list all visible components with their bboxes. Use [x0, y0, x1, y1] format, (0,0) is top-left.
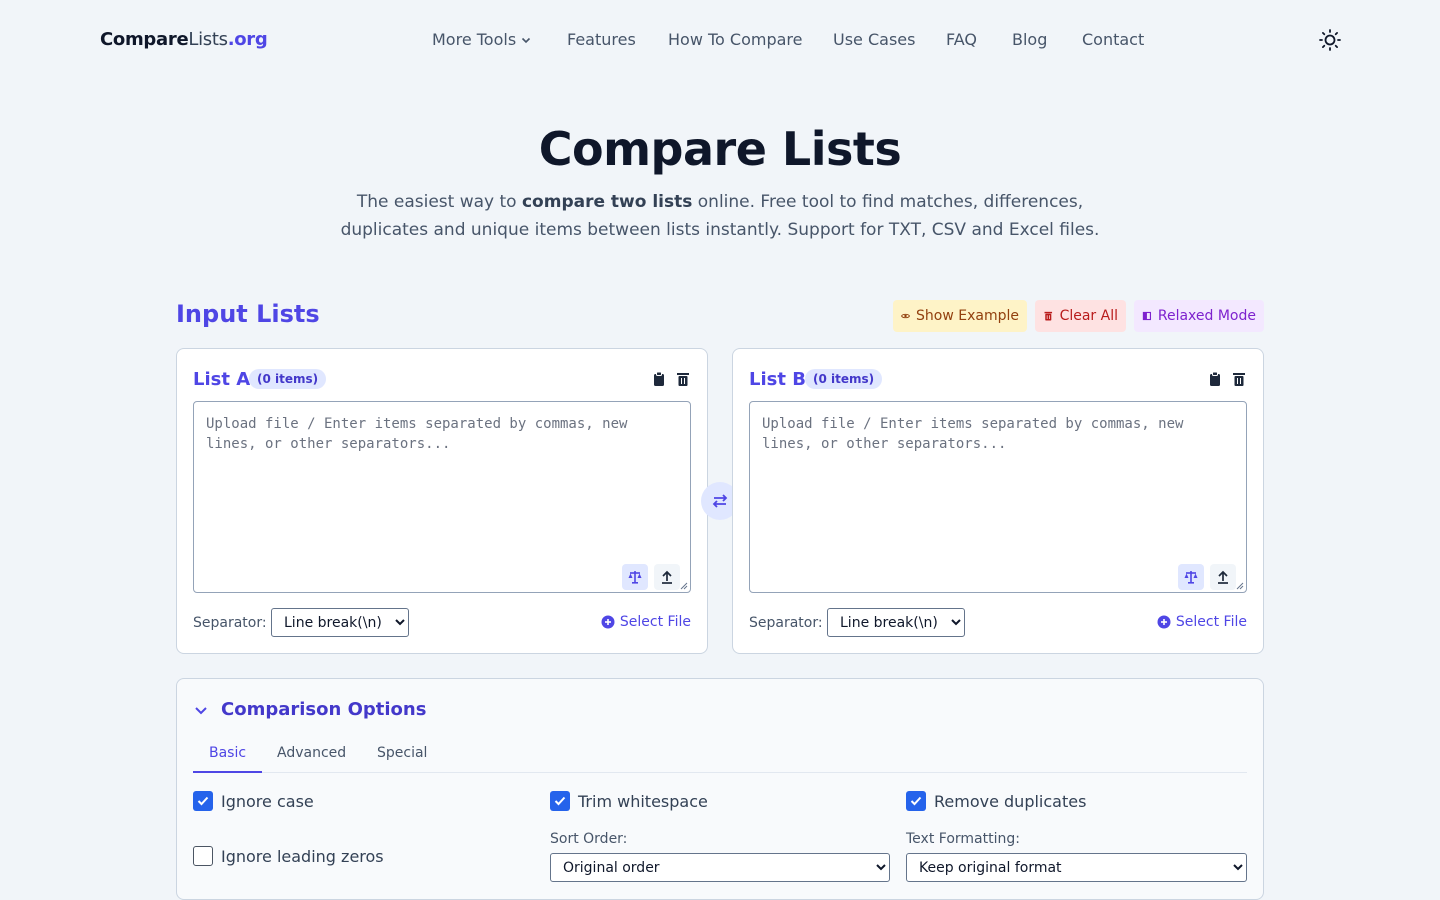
- plus-circle-icon: [601, 615, 615, 629]
- plus-circle-icon: [1157, 615, 1171, 629]
- list-a-balance-button[interactable]: [622, 564, 648, 590]
- tab-special[interactable]: Special: [361, 745, 443, 773]
- checkbox-checked: [906, 791, 926, 811]
- list-b-count-badge: (0 items): [805, 369, 883, 389]
- list-b-select-file[interactable]: Select File: [1157, 614, 1247, 630]
- clipboard-icon[interactable]: [651, 371, 667, 387]
- options-tabs: Basic Advanced Special: [193, 737, 1247, 773]
- nav-how-to-compare[interactable]: How To Compare: [668, 30, 803, 49]
- sun-icon[interactable]: [1318, 28, 1342, 52]
- list-a-separator-select[interactable]: Line break(\n): [271, 608, 409, 637]
- show-example-button[interactable]: Show Example: [893, 300, 1027, 332]
- list-b-separator-select[interactable]: Line break(\n): [827, 608, 965, 637]
- scale-icon: [1184, 571, 1198, 584]
- text-formatting-select[interactable]: Keep original format: [906, 853, 1247, 882]
- remove-duplicates-checkbox[interactable]: Remove duplicates: [906, 791, 1086, 811]
- list-a-card: List A (0 items) Separator: Line break(\…: [176, 348, 708, 654]
- trash-icon[interactable]: [1231, 371, 1247, 387]
- list-b-title: List B: [749, 369, 806, 390]
- nav-more-tools[interactable]: More Tools: [432, 30, 532, 49]
- main-nav: More Tools Features How To Compare Use C…: [0, 30, 1440, 50]
- list-b-textarea[interactable]: [750, 402, 1246, 592]
- sort-order-select[interactable]: Original order: [550, 853, 890, 882]
- list-a-upload-button[interactable]: [654, 564, 680, 590]
- input-lists-heading: Input Lists: [176, 300, 320, 328]
- checkbox-checked: [193, 791, 213, 811]
- page-title: Compare Lists: [538, 122, 902, 176]
- tab-advanced[interactable]: Advanced: [261, 745, 362, 773]
- sort-order-label: Sort Order:: [550, 831, 628, 847]
- list-a-count-badge: (0 items): [249, 369, 327, 389]
- check-icon: [910, 796, 922, 806]
- ignore-leading-zeros-checkbox[interactable]: Ignore leading zeros: [193, 846, 384, 866]
- trim-whitespace-checkbox[interactable]: Trim whitespace: [550, 791, 708, 811]
- tab-basic[interactable]: Basic: [193, 745, 263, 773]
- trash-icon: [1044, 311, 1053, 321]
- upload-icon: [1218, 570, 1228, 584]
- chevron-down-icon: [522, 37, 531, 43]
- swap-arrows-icon: [712, 494, 728, 508]
- nav-use-cases[interactable]: Use Cases: [833, 30, 915, 49]
- comparison-options-toggle[interactable]: Comparison Options: [193, 699, 426, 720]
- checkbox-unchecked: [193, 846, 213, 866]
- page-subtitle: The easiest way to compare two lists onl…: [340, 192, 1100, 240]
- chevron-down-icon: [195, 706, 207, 714]
- comparison-options-panel: Comparison Options Basic Advanced Specia…: [176, 678, 1264, 900]
- eye-icon: [901, 313, 910, 319]
- trash-icon[interactable]: [675, 371, 691, 387]
- list-b-balance-button[interactable]: [1178, 564, 1204, 590]
- clear-all-button[interactable]: Clear All: [1035, 300, 1126, 332]
- check-icon: [197, 796, 209, 806]
- list-b-input-wrapper: [749, 401, 1247, 593]
- check-icon: [554, 796, 566, 806]
- text-formatting-label: Text Formatting:: [906, 831, 1020, 847]
- list-a-textarea[interactable]: [194, 402, 690, 592]
- columns-icon: [1142, 311, 1152, 321]
- resize-grip-icon[interactable]: [1236, 582, 1244, 590]
- clipboard-icon[interactable]: [1207, 371, 1223, 387]
- list-b-separator-label: Separator:: [749, 615, 823, 631]
- scale-icon: [628, 571, 642, 584]
- list-a-select-file[interactable]: Select File: [601, 614, 691, 630]
- site-header: CompareLists.org More Tools Features How…: [0, 0, 1440, 80]
- checkbox-checked: [550, 791, 570, 811]
- list-a-separator-label: Separator:: [193, 615, 267, 631]
- list-a-title: List A: [193, 369, 251, 390]
- relaxed-mode-button[interactable]: Relaxed Mode: [1134, 300, 1264, 332]
- list-b-card: List B (0 items) Separator: Line break(\…: [732, 348, 1264, 654]
- upload-icon: [662, 570, 672, 584]
- nav-contact[interactable]: Contact: [1082, 30, 1144, 49]
- list-b-upload-button[interactable]: [1210, 564, 1236, 590]
- nav-blog[interactable]: Blog: [1012, 30, 1047, 49]
- ignore-case-checkbox[interactable]: Ignore case: [193, 791, 314, 811]
- comparison-options-title: Comparison Options: [221, 699, 427, 720]
- resize-grip-icon[interactable]: [680, 582, 688, 590]
- nav-features[interactable]: Features: [567, 30, 636, 49]
- nav-faq[interactable]: FAQ: [946, 30, 977, 49]
- list-a-input-wrapper: [193, 401, 691, 593]
